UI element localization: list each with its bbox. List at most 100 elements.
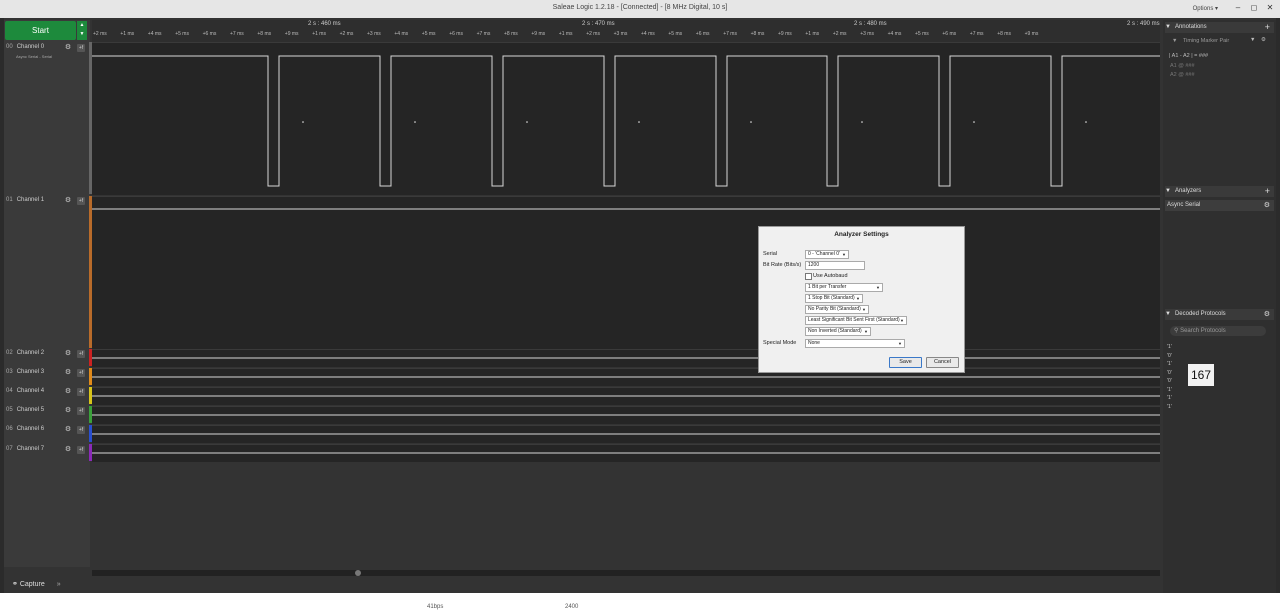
channel-gear-icon[interactable]: ⚙	[64, 369, 72, 377]
ruler-tick-label: +7 ms	[969, 31, 984, 37]
channel-color-stripe	[89, 387, 92, 404]
ruler-tick-label: +1 ms	[558, 31, 573, 37]
save-button[interactable]: Save	[889, 357, 922, 368]
channel-number: 03	[6, 369, 13, 375]
analyzer-item[interactable]: Async Serial ⚙	[1165, 200, 1274, 211]
horizontal-scrollbar[interactable]	[92, 570, 1160, 576]
add-annotation-icon[interactable]: +	[1265, 22, 1270, 33]
channel-gear-icon[interactable]: ⚙	[64, 44, 72, 52]
status-bar: 41bps 2400	[0, 593, 1280, 612]
channel-gear-icon[interactable]: ⚙	[64, 426, 72, 434]
cancel-button[interactable]: Cancel	[926, 357, 959, 368]
ruler-tick-label: +3 ms	[613, 31, 628, 37]
close-icon[interactable]: ✕	[1264, 3, 1276, 13]
decoded-protocol-item[interactable]: '1'	[1167, 404, 1172, 410]
channel-name: Channel 0	[16, 44, 45, 50]
channel-name: Channel 3	[16, 369, 45, 375]
autobaud-checkbox[interactable]	[805, 273, 812, 280]
maximize-icon[interactable]: ◻	[1248, 3, 1260, 13]
channel-gear-icon[interactable]: ⚙	[64, 350, 72, 358]
decoded-protocol-item[interactable]: '1'	[1167, 361, 1172, 367]
channel-name: Channel 4	[16, 388, 45, 394]
ruler-tick-label: +4 ms	[887, 31, 902, 37]
sample-marker	[302, 121, 304, 123]
collapse-icon[interactable]: ▼	[1165, 24, 1171, 30]
channel-color-stripe	[89, 425, 92, 442]
annotation-row: A2 @ ###	[1170, 72, 1195, 78]
channel-number: 06	[6, 426, 13, 432]
ruler-tick-label: +5 ms	[668, 31, 683, 37]
decoded-protocol-item[interactable]: '1'	[1167, 387, 1172, 393]
scroll-thumb[interactable]	[355, 570, 361, 576]
ruler-tick-label: +8 ms	[257, 31, 272, 37]
timing-marker-pair[interactable]: ▼ Timing Marker Pair	[1172, 38, 1229, 44]
chevron-down-icon: ▼	[876, 285, 880, 290]
decoded-protocols-header: ▼ Decoded Protocols ⚙	[1165, 309, 1274, 320]
decoded-protocol-item[interactable]: '0'	[1167, 370, 1172, 376]
marker-gear-icon[interactable]: ⚙	[1261, 37, 1266, 43]
analyzers-header: ▼ Analyzers +	[1165, 186, 1274, 197]
inversion-select[interactable]: Non Inverted (Standard) ▼	[805, 327, 871, 336]
capture-icon: ⚭	[12, 581, 18, 588]
channel-number: 02	[6, 350, 13, 356]
channel-number: 00	[6, 44, 13, 50]
channel-name: Channel 7	[16, 446, 45, 452]
collapse-icon[interactable]: ▼	[1165, 311, 1171, 317]
channel-number: 05	[6, 407, 13, 413]
analyzer-settings-dialog: Analyzer Settings Serial 0 - 'Channel 0'…	[758, 226, 965, 373]
special-mode-select[interactable]: None ▼	[805, 339, 905, 348]
ruler-tick-label: +4 ms	[394, 31, 409, 37]
expand-icon[interactable]: »	[57, 581, 61, 588]
ruler-major-label: 2 s : 460 ms	[308, 21, 341, 27]
parity-select[interactable]: No Parity Bit (Standard) ▼	[805, 305, 869, 314]
bitrate-label: Bit Rate (Bits/s)	[763, 262, 802, 268]
channel-gear-icon[interactable]: ⚙	[64, 197, 72, 205]
channel-trigger-icon[interactable]: +f	[77, 388, 85, 396]
protocols-gear-icon[interactable]: ⚙	[1264, 309, 1270, 320]
add-analyzer-icon[interactable]: +	[1265, 186, 1270, 197]
channel-trigger-icon[interactable]: +f	[77, 446, 85, 454]
sample-marker	[414, 121, 416, 123]
channel-number: 07	[6, 446, 13, 452]
channel-trigger-icon[interactable]: +f	[77, 350, 85, 358]
bits-per-transfer-select[interactable]: 1 Bit per Transfer ▼	[805, 283, 883, 292]
channel-gear-icon[interactable]: ⚙	[64, 407, 72, 415]
bitrate-input[interactable]: 1200	[805, 261, 865, 270]
filter-icon[interactable]: ▼	[1250, 37, 1255, 43]
decoded-protocol-item[interactable]: '0'	[1167, 378, 1172, 384]
start-button[interactable]: Start	[5, 21, 76, 40]
status-mid-text: 2400	[565, 604, 579, 610]
waveform-area[interactable]	[92, 42, 1160, 470]
window-title: Saleae Logic 1.2.18 - [Connected] - [8 M…	[552, 4, 728, 11]
stop-bits-select[interactable]: 1 Stop Bit (Standard) ▼	[805, 294, 863, 303]
channel-gear-icon[interactable]: ⚙	[64, 446, 72, 454]
minimize-icon[interactable]: –	[1232, 3, 1244, 13]
channel-label-column	[4, 20, 90, 567]
decoded-protocol-item[interactable]: '0'	[1167, 353, 1172, 359]
chevron-down-icon: ▼	[898, 341, 902, 346]
ruler-tick-label: +7 ms	[723, 31, 737, 37]
annotation-row: | A1 - A2 | = ###	[1169, 53, 1209, 59]
channel-trigger-icon[interactable]: +f	[77, 407, 85, 415]
channel-0-trace	[92, 55, 1160, 187]
collapse-icon[interactable]: ▼	[1165, 188, 1171, 194]
bit-order-select[interactable]: Least Significant Bit Sent First (Standa…	[805, 316, 907, 325]
channel-trigger-icon[interactable]: +f	[77, 369, 85, 377]
analyzer-gear-icon[interactable]: ⚙	[1264, 200, 1270, 211]
channel-trigger-icon[interactable]: +f	[77, 426, 85, 434]
start-options-spinner[interactable]: ▲ ▼	[77, 21, 87, 40]
channel-gear-icon[interactable]: ⚙	[64, 388, 72, 396]
serial-select[interactable]: 0 - 'Channel 0' ▼	[805, 250, 849, 259]
dialog-title: Analyzer Settings	[834, 231, 889, 238]
decoded-protocol-item[interactable]: '1'	[1167, 344, 1172, 350]
search-protocols-input[interactable]: ⚲ Search Protocols	[1170, 326, 1266, 336]
sample-marker	[750, 121, 752, 123]
channel-trigger-icon[interactable]: +f	[77, 44, 85, 52]
options-menu[interactable]: Options ▾	[1193, 5, 1218, 12]
chevron-down-icon: ▼	[900, 318, 904, 323]
channel-trigger-icon[interactable]: +f	[77, 197, 85, 205]
decoded-protocol-item[interactable]: '1'	[1167, 395, 1172, 401]
ruler-tick-label: +4 ms	[641, 31, 655, 37]
ruler-tick-label: +2 ms	[93, 31, 107, 37]
capture-tab[interactable]: ⚭ Capture »	[12, 580, 61, 588]
